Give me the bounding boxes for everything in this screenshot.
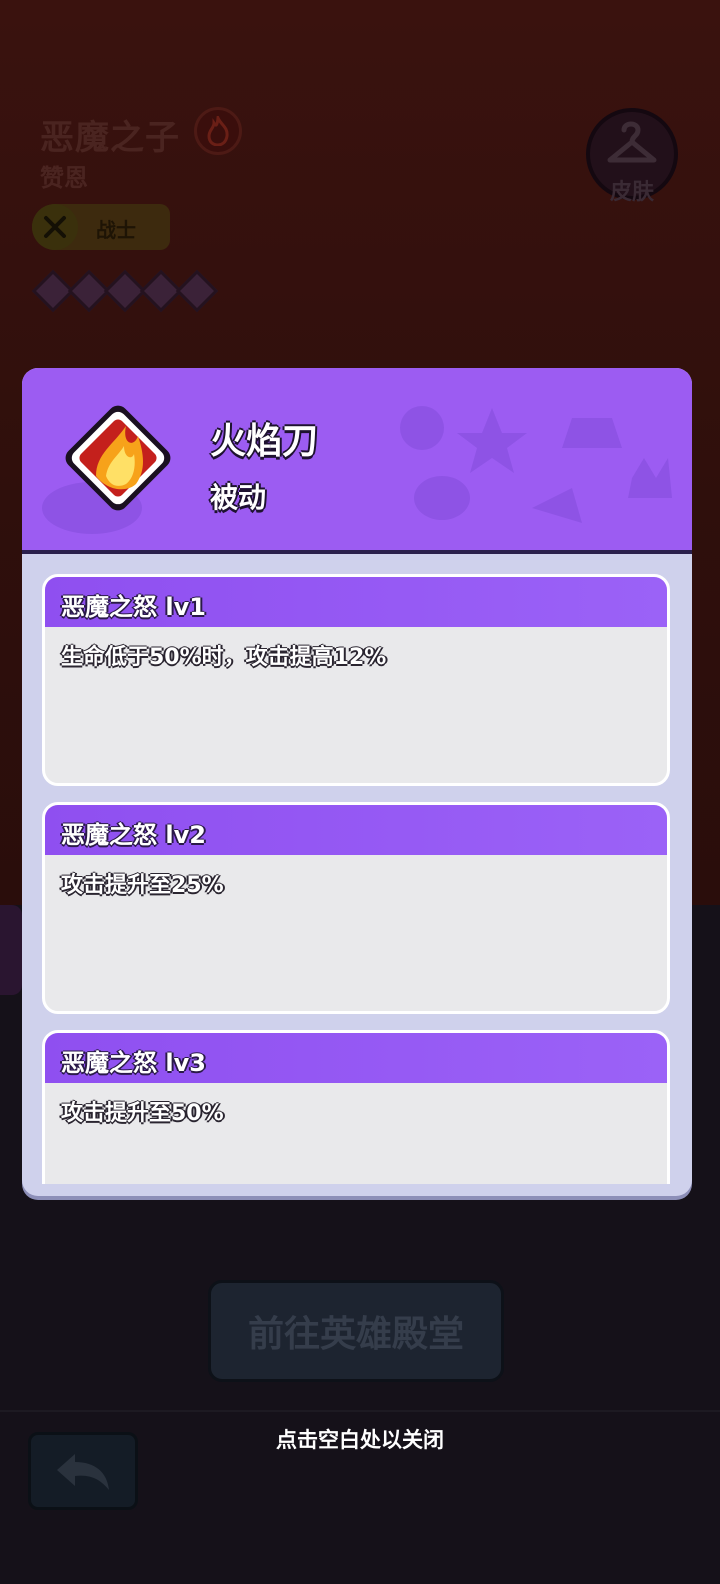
level-header: 恶魔之怒 lv3 <box>45 1033 667 1083</box>
popup-header: 火焰刀 被动 <box>22 368 692 554</box>
star-rating <box>31 269 219 313</box>
star-icon <box>175 269 219 313</box>
skill-level-card: 恶魔之怒 lv2 攻击提升至25% <box>42 802 670 1014</box>
level-description: 攻击提升至50% <box>61 1101 224 1126</box>
side-tab <box>0 905 22 995</box>
pattern-icon <box>400 406 672 523</box>
level-title: 恶魔之怒 lv1 <box>61 593 206 621</box>
crossed-swords-icon <box>32 204 78 250</box>
skin-label: 皮肤 <box>609 180 654 205</box>
level-header: 恶魔之怒 lv2 <box>45 805 667 855</box>
flame-blade-icon <box>56 396 180 520</box>
skill-detail-popup: 火焰刀 被动 恶魔之怒 lv1 生命低于50%时，攻击提高12% 恶魔之怒 lv… <box>22 368 692 1196</box>
fire-icon <box>194 107 242 155</box>
hanger-icon <box>607 121 657 163</box>
skill-level-list[interactable]: 恶魔之怒 lv1 生命低于50%时，攻击提高12% 恶魔之怒 lv2 攻击提升至… <box>42 574 672 1184</box>
hero-title: 恶魔之子 <box>40 118 180 158</box>
back-arrow-icon <box>57 1454 109 1490</box>
level-description: 生命低于50%时，攻击提高12% <box>61 645 387 670</box>
skin-button[interactable]: 皮肤 <box>586 108 678 205</box>
skill-name: 火焰刀 <box>210 421 319 462</box>
skill-level-card: 恶魔之怒 lv3 攻击提升至50% <box>42 1030 670 1184</box>
hero-hall-button[interactable]: 前往英雄殿堂 <box>208 1280 504 1382</box>
divider <box>0 1410 720 1412</box>
level-header: 恶魔之怒 lv1 <box>45 577 667 627</box>
role-label: 战士 <box>96 218 136 242</box>
level-title: 恶魔之怒 lv2 <box>61 821 206 849</box>
level-title: 恶魔之怒 lv3 <box>61 1049 206 1077</box>
level-description: 攻击提升至25% <box>61 873 224 898</box>
skill-type: 被动 <box>210 481 267 514</box>
hero-name: 赞恩 <box>40 164 88 192</box>
back-button[interactable] <box>28 1432 138 1510</box>
skill-level-card: 恶魔之怒 lv1 生命低于50%时，攻击提高12% <box>42 574 670 786</box>
